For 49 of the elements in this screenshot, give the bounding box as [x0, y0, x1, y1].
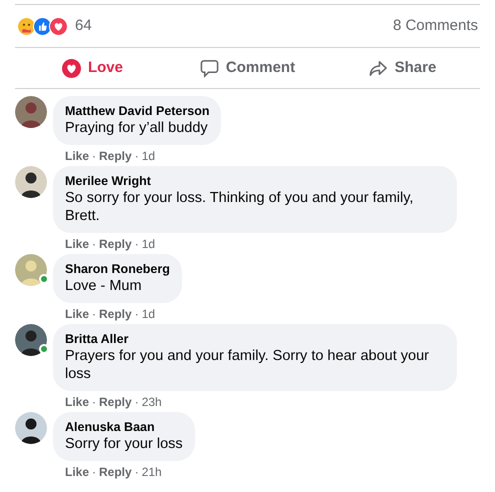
separator-dot: · [92, 306, 96, 322]
comment-time[interactable]: 1d [142, 146, 156, 164]
like-emoji-icon [33, 16, 52, 36]
reaction-count[interactable]: 64 [75, 14, 92, 38]
commenter-name[interactable]: Alenuska Baan [65, 419, 183, 435]
separator-dot: · [134, 394, 139, 410]
comment-time[interactable]: 1d [142, 234, 156, 252]
reply-link[interactable]: Reply [99, 392, 132, 410]
like-link[interactable]: Like [65, 462, 90, 480]
separator-dot: · [134, 236, 139, 252]
avatar[interactable] [15, 166, 47, 198]
comment-text: So sorry for your loss. Thinking of you and your family, Brett. [65, 189, 414, 225]
reply-link[interactable]: Reply [99, 146, 132, 164]
separator-dot: · [134, 464, 139, 480]
reply-link[interactable]: Reply [99, 462, 132, 480]
comment-text: Love - Mum [65, 277, 143, 295]
commenter-name[interactable]: Sharon Roneberg [65, 261, 170, 277]
avatar[interactable] [15, 96, 47, 128]
comment-time[interactable]: 23h [142, 392, 162, 410]
comment-action-button[interactable]: Comment [170, 51, 325, 85]
like-link[interactable]: Like [65, 146, 90, 164]
commenter-name[interactable]: Britta Aller [65, 331, 445, 347]
separator-dot: · [92, 464, 96, 480]
like-link[interactable]: Like [65, 304, 90, 322]
avatar[interactable] [15, 324, 47, 356]
separator-dot: · [92, 236, 96, 252]
comment-time[interactable]: 21h [142, 462, 162, 480]
separator-dot: · [92, 394, 96, 410]
reply-link[interactable]: Reply [99, 234, 132, 252]
like-link[interactable]: Like [65, 392, 90, 410]
comment-time[interactable]: 1d [142, 304, 156, 322]
speech-bubble-icon [200, 58, 219, 78]
love-action-button[interactable]: Love [15, 51, 170, 85]
separator-dot: · [92, 148, 96, 164]
separator-dot: · [134, 306, 139, 322]
share-action-button[interactable]: Share [325, 51, 480, 85]
commenter-name[interactable]: Merilee Wright [65, 173, 445, 189]
commenter-name[interactable]: Matthew David Peterson [65, 103, 210, 119]
share-arrow-icon [368, 58, 388, 78]
comments-count-link[interactable]: 8 Comments [392, 14, 478, 38]
heart-emoji-icon [49, 16, 68, 36]
comment-text: Prayers for you and your family. Sorry to hear about your loss [65, 347, 430, 383]
separator-dot: · [134, 148, 139, 164]
comment-text: Sorry for your loss [65, 435, 183, 453]
comment-text: Praying for y’all buddy [65, 119, 209, 137]
reply-link[interactable]: Reply [99, 304, 132, 322]
like-link[interactable]: Like [65, 234, 90, 252]
avatar[interactable] [15, 412, 47, 444]
care-emoji-icon [17, 16, 36, 36]
